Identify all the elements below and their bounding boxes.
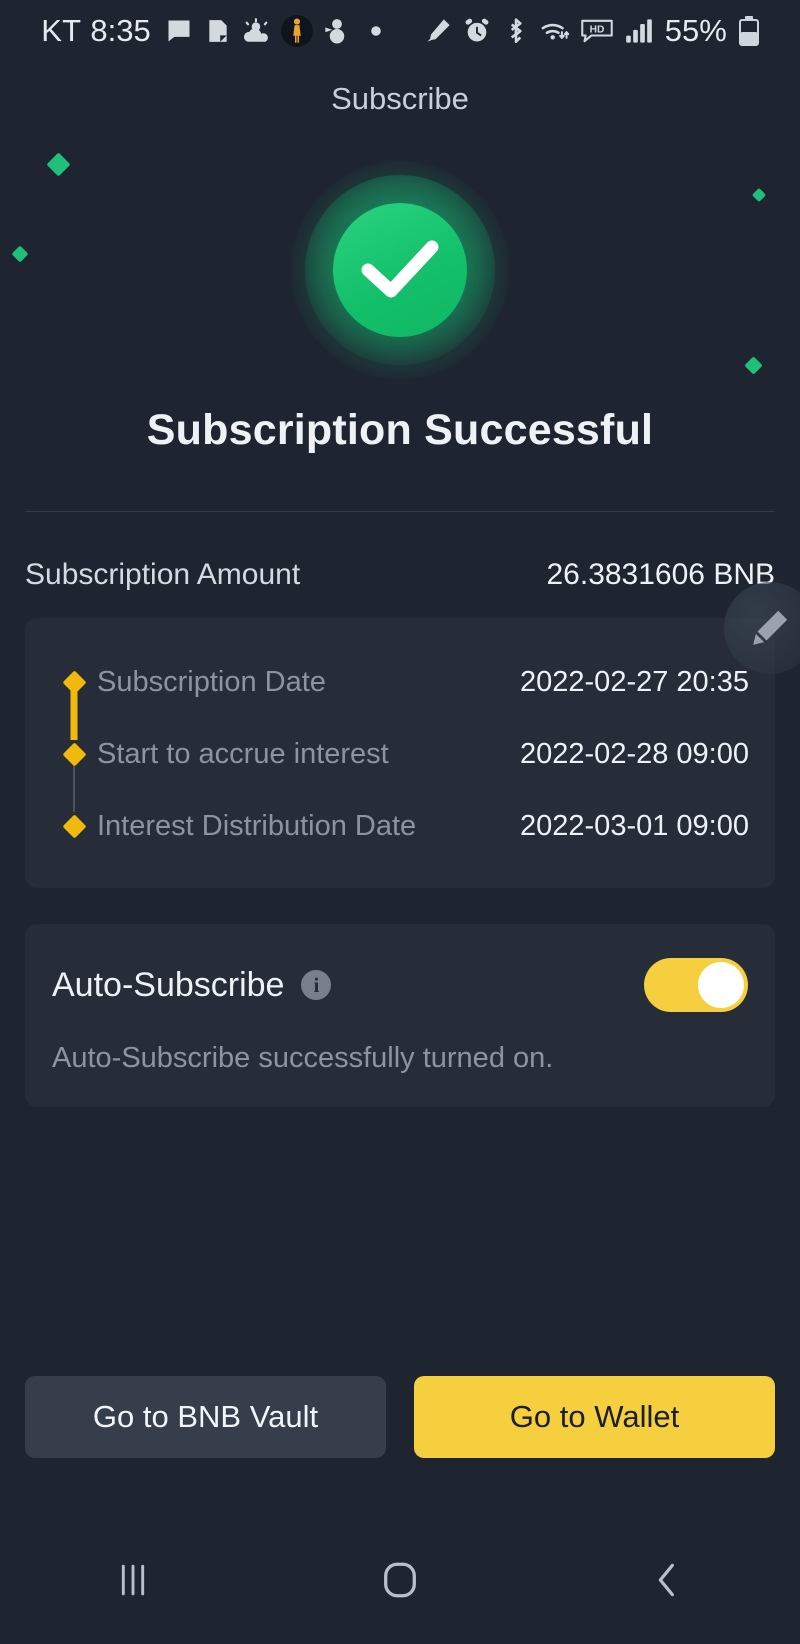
sparkle-icon	[751, 187, 767, 203]
note-icon	[203, 16, 233, 46]
success-check-icon	[333, 203, 467, 337]
battery-icon	[738, 16, 759, 46]
auto-subscribe-card: Auto-Subscribe i Auto-Subscribe successf…	[25, 924, 775, 1107]
person-avatar-icon	[280, 15, 313, 47]
recents-icon[interactable]	[88, 1545, 178, 1615]
timeline-row: Subscription Date 2022-02-27 20:35	[51, 646, 749, 740]
timeline-row-label: Subscription Date	[97, 665, 326, 698]
go-to-bnb-vault-button[interactable]: Go to BNB Vault	[25, 1376, 386, 1458]
snowman-icon	[322, 16, 352, 46]
auto-subscribe-header: Auto-Subscribe i	[52, 958, 748, 1012]
timeline-row-label: Interest Distribution Date	[97, 809, 417, 842]
success-glow-ring	[291, 161, 509, 379]
timeline-row-value: 2022-02-28 09:00	[520, 737, 749, 770]
timeline-marker-icon	[51, 741, 97, 812]
bluetooth-icon	[501, 16, 531, 46]
android-nav-bar	[0, 1516, 800, 1644]
battery-percent-label: 55%	[664, 13, 727, 48]
timeline-row-label: Start to accrue interest	[97, 737, 389, 770]
alarm-clock-icon	[462, 16, 492, 46]
signal-bars-icon	[624, 16, 654, 46]
carrier-label: KT	[41, 13, 82, 48]
clock-label: 8:35	[90, 13, 151, 48]
auto-subscribe-note: Auto-Subscribe successfully turned on.	[52, 1042, 554, 1074]
footer-actions: Go to BNB Vault Go to Wallet	[0, 1376, 800, 1458]
timeline-list: Subscription Date 2022-02-27 20:35 Start…	[25, 618, 775, 888]
timeline-row: Start to accrue interest 2022-02-28 09:0…	[51, 718, 749, 812]
svg-text:HD: HD	[589, 25, 604, 36]
timeline-card: Subscription Date 2022-02-27 20:35 Start…	[25, 618, 775, 888]
section-divider	[25, 511, 775, 512]
subscription-amount-label: Subscription Amount	[25, 558, 301, 591]
success-headline: Subscription Successful	[146, 406, 654, 454]
toggle-knob	[698, 962, 744, 1008]
app-screen: KT 8:35 HD 55% Subscribe Subscription Su…	[0, 0, 800, 1644]
dot-icon	[361, 16, 391, 46]
auto-subscribe-toggle[interactable]	[644, 958, 748, 1012]
hd-call-icon: HD	[579, 16, 615, 46]
timeline-row: Interest Distribution Date 2022-03-01 09…	[51, 790, 749, 862]
message-icon	[164, 16, 194, 46]
status-bar: KT 8:35 HD 55%	[0, 0, 800, 62]
info-icon[interactable]: i	[301, 970, 332, 1000]
sparkle-icon	[46, 152, 71, 177]
subscription-amount-row: Subscription Amount 26.3831606 BNB	[0, 558, 800, 674]
timeline-row-value: 2022-02-27 20:35	[520, 665, 749, 698]
wifi-icon	[540, 16, 570, 46]
sparkle-icon	[744, 356, 763, 375]
weather-partly-cloudy-icon	[242, 16, 272, 46]
timeline-marker-icon	[51, 813, 97, 839]
sparkle-icon	[11, 245, 29, 263]
page-title: Subscribe	[331, 81, 469, 116]
pen-icon	[423, 16, 453, 46]
page-header: Subscribe	[0, 62, 800, 136]
auto-subscribe-label: Auto-Subscribe	[52, 965, 285, 1004]
home-icon[interactable]	[355, 1545, 445, 1615]
go-to-wallet-button[interactable]: Go to Wallet	[414, 1376, 775, 1458]
timeline-marker-icon	[51, 669, 97, 740]
success-illustration	[0, 150, 800, 390]
back-icon[interactable]	[622, 1545, 712, 1615]
subscription-amount-value: 26.3831606 BNB	[546, 558, 775, 591]
timeline-row-value: 2022-03-01 09:00	[520, 809, 749, 842]
